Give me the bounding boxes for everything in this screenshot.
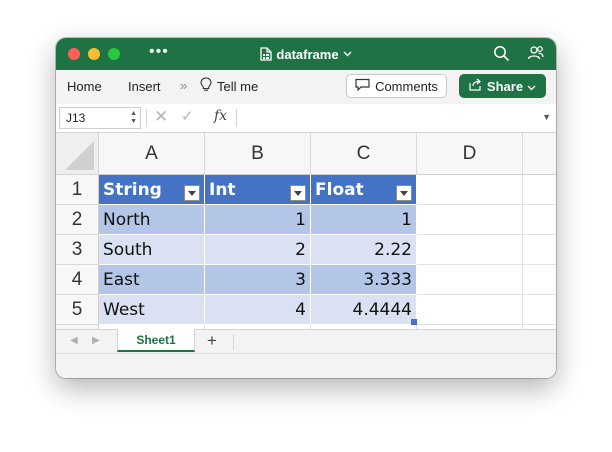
share-label: Share	[486, 78, 524, 94]
document-title: dataframe	[276, 46, 339, 62]
tab-sheet1[interactable]: Sheet1	[117, 329, 195, 352]
document-icon	[260, 47, 273, 61]
empty-cell[interactable]	[523, 265, 556, 295]
empty-cell[interactable]	[417, 235, 523, 265]
previous-sheet-arrow-icon[interactable]: ◀	[70, 335, 78, 346]
title-bar: ••• dataframe	[56, 38, 556, 70]
table-cell[interactable]: West	[99, 295, 205, 325]
cancel-entry-icon[interactable]: ✕	[154, 107, 168, 127]
table-cell[interactable]: 1	[205, 205, 311, 235]
spreadsheet-grid[interactable]: A B C D 1 2 3 4 5 String Int Float North…	[56, 133, 556, 329]
share-chevron-down-icon	[527, 79, 536, 94]
formula-divider	[146, 109, 147, 127]
table-header-cell[interactable]: Int	[205, 175, 311, 205]
formula-divider-2	[236, 109, 237, 127]
empty-cell[interactable]	[417, 265, 523, 295]
comment-icon	[355, 78, 370, 94]
insert-function-icon[interactable]: fx	[214, 108, 227, 124]
share-icon	[469, 78, 483, 94]
ribbon-overflow-chevron-icon[interactable]: »	[180, 78, 187, 93]
empty-cell[interactable]	[523, 295, 556, 325]
empty-cell[interactable]	[523, 175, 556, 205]
name-box[interactable]: J13 ▲ ▼	[59, 107, 141, 129]
next-sheet-arrow-icon[interactable]: ▶	[92, 335, 100, 346]
empty-cell[interactable]	[417, 205, 523, 235]
search-icon[interactable]	[493, 45, 510, 67]
ribbon: Home Insert » Tell me Comments Share	[56, 70, 556, 105]
table-resize-handle[interactable]	[411, 319, 417, 325]
header-label-string: String	[103, 179, 162, 200]
table-cell[interactable]: East	[99, 265, 205, 295]
excel-window: ••• dataframe Home Insert » Tell me Comm…	[56, 38, 556, 378]
table-cell[interactable]: 2	[205, 235, 311, 265]
select-all-corner[interactable]	[56, 133, 99, 175]
sheet-bar-divider	[233, 334, 234, 350]
sheet-tab-bar: ◀ ▶ Sheet1 +	[56, 329, 556, 354]
name-box-stepper-icon[interactable]: ▲ ▼	[130, 110, 137, 126]
confirm-entry-icon[interactable]: ✓	[181, 107, 194, 125]
table-cell[interactable]: 4.4444	[311, 295, 417, 325]
comments-label: Comments	[375, 78, 438, 94]
empty-cell[interactable]	[417, 295, 523, 325]
document-title-area[interactable]: dataframe	[56, 38, 556, 70]
formula-bar: J13 ▲ ▼ ✕ ✓ fx ▼	[56, 104, 556, 133]
title-chevron-down-icon	[343, 51, 352, 57]
table-cell[interactable]: South	[99, 235, 205, 265]
empty-cell[interactable]	[523, 205, 556, 235]
comments-button[interactable]: Comments	[346, 74, 447, 98]
empty-cell[interactable]	[417, 175, 523, 205]
column-header-a[interactable]: A	[99, 133, 205, 175]
tell-me-search[interactable]: Tell me	[200, 77, 258, 95]
add-sheet-button[interactable]: +	[207, 331, 217, 351]
table-header-cell[interactable]: String	[99, 175, 205, 205]
column-header-b[interactable]: B	[205, 133, 311, 175]
row-header-5[interactable]: 5	[56, 295, 99, 325]
table-cell[interactable]: 3.333	[311, 265, 417, 295]
table-cell[interactable]: 1	[311, 205, 417, 235]
column-header-e-partial[interactable]	[523, 133, 556, 175]
status-bar	[56, 353, 556, 378]
filter-dropdown-icon[interactable]	[290, 185, 306, 201]
row-header-2[interactable]: 2	[56, 205, 99, 235]
share-button[interactable]: Share	[459, 74, 546, 98]
table-cell[interactable]: 4	[205, 295, 311, 325]
row-header-1[interactable]: 1	[56, 175, 99, 205]
tab-insert[interactable]: Insert	[128, 79, 161, 94]
lightbulb-icon	[200, 77, 212, 95]
table-cell[interactable]: 2.22	[311, 235, 417, 265]
tell-me-label: Tell me	[217, 78, 259, 94]
table-cell[interactable]: 3	[205, 265, 311, 295]
column-header-d[interactable]: D	[417, 133, 523, 175]
table-header-cell[interactable]: Float	[311, 175, 417, 205]
name-box-value: J13	[66, 111, 86, 125]
filter-dropdown-icon[interactable]	[184, 185, 200, 201]
header-label-float: Float	[315, 179, 364, 200]
formula-expand-chevron-icon[interactable]: ▼	[542, 112, 551, 122]
people-icon[interactable]	[527, 45, 544, 67]
column-header-c[interactable]: C	[311, 133, 417, 175]
table-cell[interactable]: North	[99, 205, 205, 235]
row-header-3[interactable]: 3	[56, 235, 99, 265]
tab-home[interactable]: Home	[67, 79, 102, 94]
header-label-int: Int	[209, 179, 236, 200]
filter-dropdown-icon[interactable]	[396, 185, 412, 201]
empty-cell[interactable]	[523, 235, 556, 265]
row-header-4[interactable]: 4	[56, 265, 99, 295]
